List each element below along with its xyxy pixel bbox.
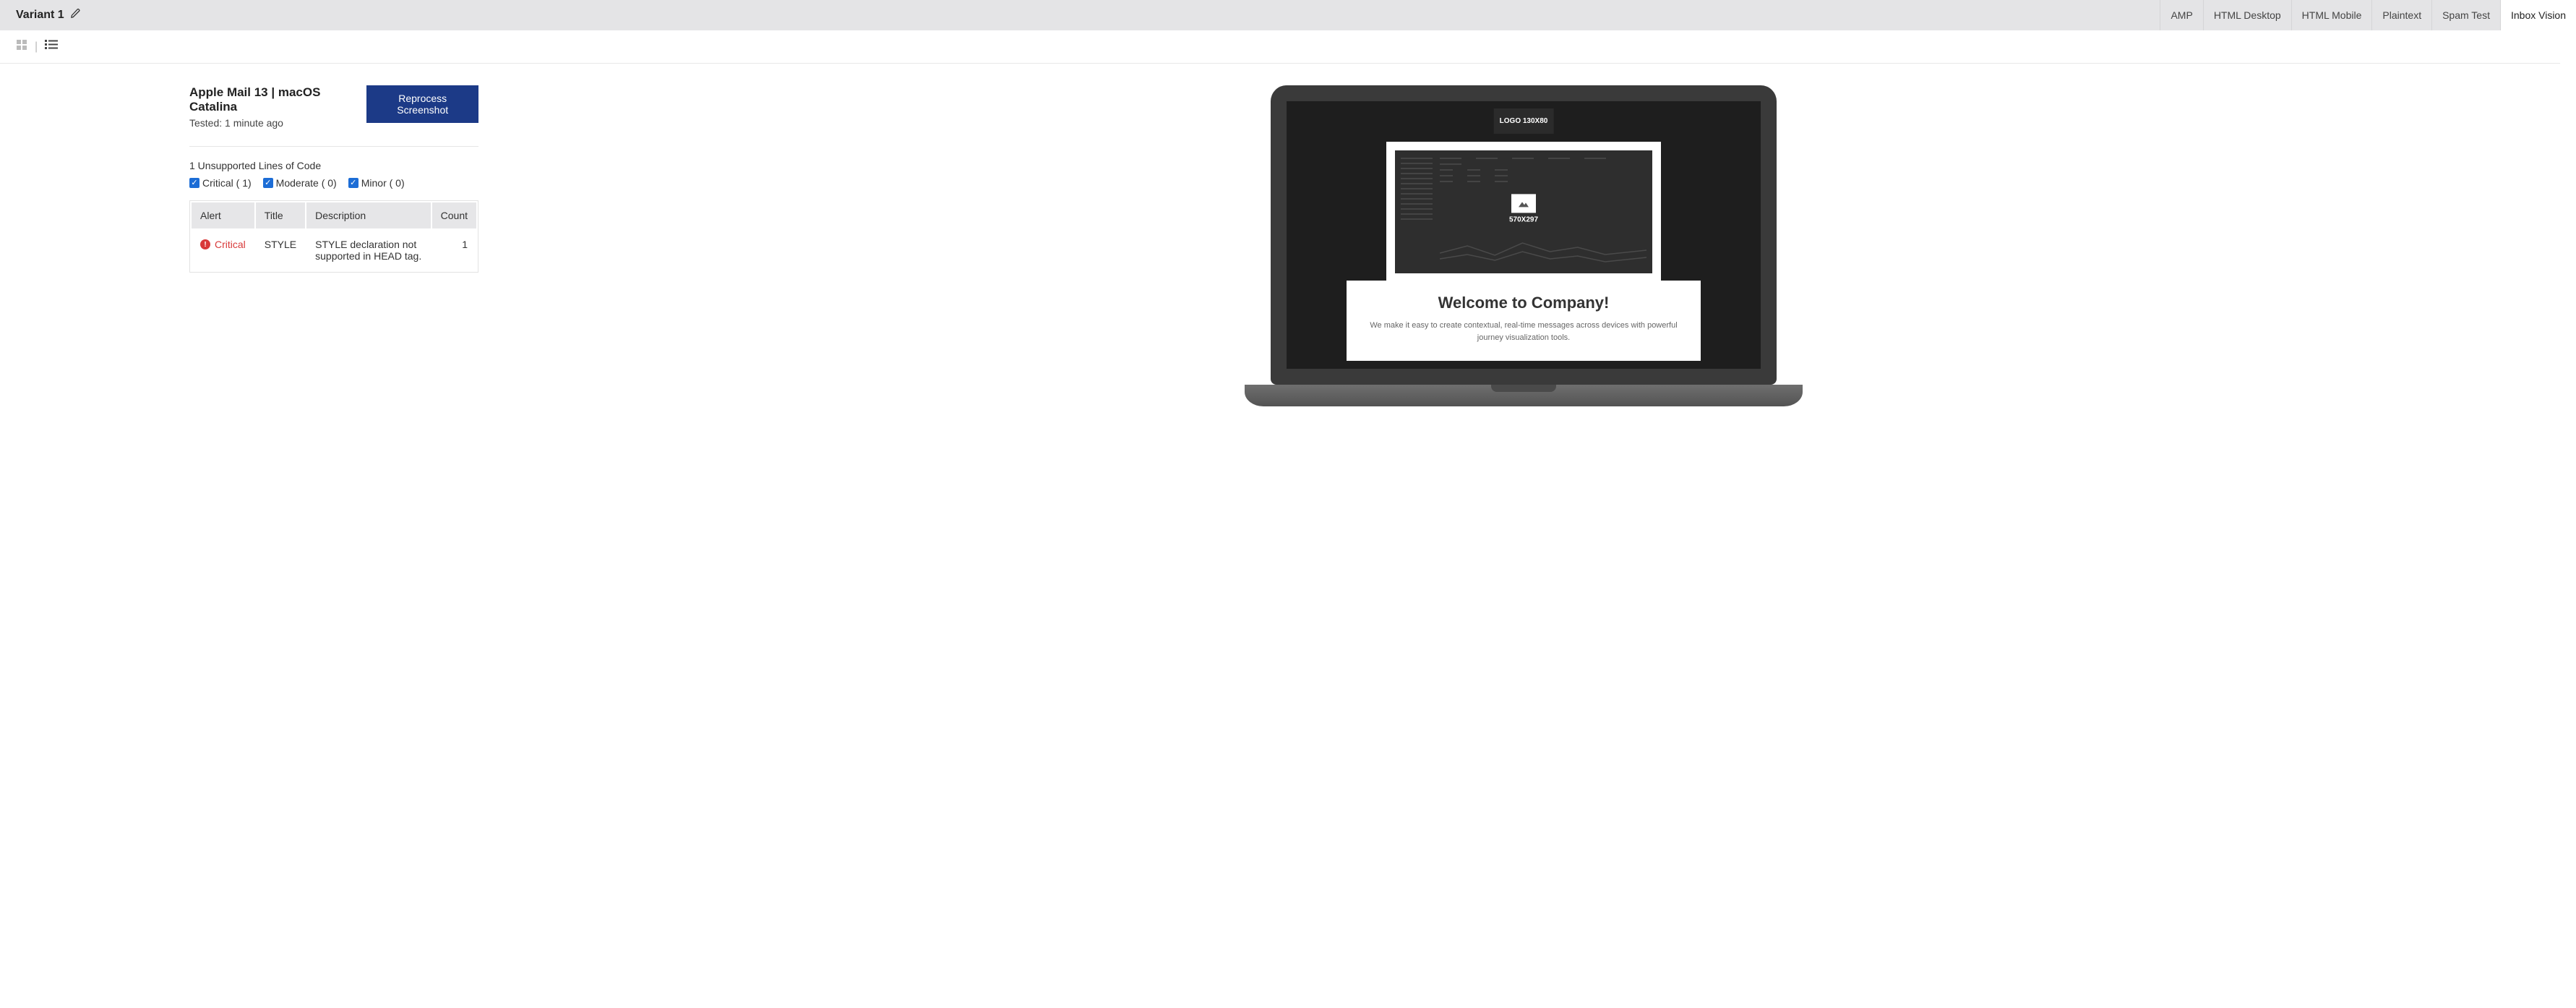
mock-sidebar [1401, 158, 1433, 223]
reprocess-button[interactable]: Reprocess Screenshot [366, 85, 478, 123]
alert-label: Critical [215, 239, 246, 250]
top-bar: Variant 1 AMP HTML Desktop HTML Mobile P… [0, 0, 2576, 30]
divider [189, 146, 478, 147]
checkbox-icon: ✓ [263, 178, 273, 188]
laptop-screen: LOGO 130X80 [1287, 101, 1761, 369]
issue-filters: ✓ Critical ( 1) ✓ Moderate ( 0) ✓ Minor … [189, 177, 478, 189]
preview-panel: LOGO 130X80 [515, 85, 2533, 406]
col-description: Description [306, 202, 431, 228]
mock-chart [1440, 237, 1647, 266]
tab-label: Inbox Vision [2511, 9, 2566, 21]
title-cell: STYLE [256, 230, 305, 270]
critical-icon: ! [200, 239, 210, 249]
image-icon [1511, 194, 1536, 213]
image-dim-label: 570X297 [1509, 215, 1538, 223]
view-toggle-row: | [0, 30, 2560, 64]
tab-label: HTML Mobile [2302, 9, 2362, 21]
tab-label: Plaintext [2382, 9, 2421, 21]
tested-timestamp: Tested: 1 minute ago [189, 117, 352, 129]
view-separator: | [35, 40, 38, 54]
tab-label: AMP [2171, 9, 2192, 21]
table-row: ! Critical STYLE STYLE declaration not s… [192, 230, 476, 270]
tab-html-mobile[interactable]: HTML Mobile [2291, 0, 2372, 30]
issues-summary: 1 Unsupported Lines of Code [189, 160, 478, 171]
filter-minor[interactable]: ✓ Minor ( 0) [348, 177, 405, 189]
tab-plaintext[interactable]: Plaintext [2371, 0, 2431, 30]
list-view-icon[interactable] [45, 39, 58, 54]
grid-view-icon[interactable] [16, 39, 27, 54]
welcome-title: Welcome to Company! [1361, 294, 1686, 312]
variant-name: Variant 1 [16, 9, 64, 22]
count-cell: 1 [432, 230, 476, 270]
hero-inner: 570X297 [1395, 150, 1652, 273]
main-content: Apple Mail 13 | macOS Catalina Tested: 1… [0, 64, 2576, 428]
tab-label: Spam Test [2442, 9, 2490, 21]
alert-cell: ! Critical [200, 239, 246, 250]
filter-label: Critical ( 1) [202, 177, 252, 189]
tab-label: HTML Desktop [2214, 9, 2281, 21]
col-alert: Alert [192, 202, 254, 228]
variant-title: Variant 1 [16, 0, 81, 30]
laptop-body: LOGO 130X80 [1271, 85, 1777, 385]
mock-content [1440, 158, 1647, 187]
filter-label: Moderate ( 0) [276, 177, 337, 189]
checkbox-icon: ✓ [189, 178, 199, 188]
details-panel: Apple Mail 13 | macOS Catalina Tested: 1… [189, 85, 478, 273]
filter-label: Minor ( 0) [361, 177, 405, 189]
tab-inbox-vision[interactable]: Inbox Vision [2500, 0, 2576, 30]
laptop-base [1245, 385, 1803, 406]
filter-moderate[interactable]: ✓ Moderate ( 0) [263, 177, 337, 189]
tab-spam-test[interactable]: Spam Test [2431, 0, 2500, 30]
tab-amp[interactable]: AMP [2160, 0, 2202, 30]
filter-critical[interactable]: ✓ Critical ( 1) [189, 177, 252, 189]
col-title: Title [256, 202, 305, 228]
tab-html-desktop[interactable]: HTML Desktop [2203, 0, 2291, 30]
description-cell: STYLE declaration not supported in HEAD … [306, 230, 431, 270]
hero-panel: 570X297 [1386, 142, 1661, 282]
image-placeholder: 570X297 [1509, 194, 1538, 223]
col-count: Count [432, 202, 476, 228]
client-header: Apple Mail 13 | macOS Catalina Tested: 1… [189, 85, 478, 129]
edit-icon[interactable] [70, 8, 81, 22]
welcome-subtitle: We make it easy to create contextual, re… [1361, 320, 1686, 343]
preview-tabs: AMP HTML Desktop HTML Mobile Plaintext S… [2160, 0, 2576, 30]
logo-placeholder: LOGO 130X80 [1494, 108, 1554, 134]
laptop-mock: LOGO 130X80 [1271, 85, 1777, 406]
checkbox-icon: ✓ [348, 178, 359, 188]
welcome-band: Welcome to Company! We make it easy to c… [1347, 281, 1701, 361]
client-name: Apple Mail 13 | macOS Catalina [189, 85, 352, 114]
issues-table: Alert Title Description Count ! Critical… [189, 200, 478, 273]
